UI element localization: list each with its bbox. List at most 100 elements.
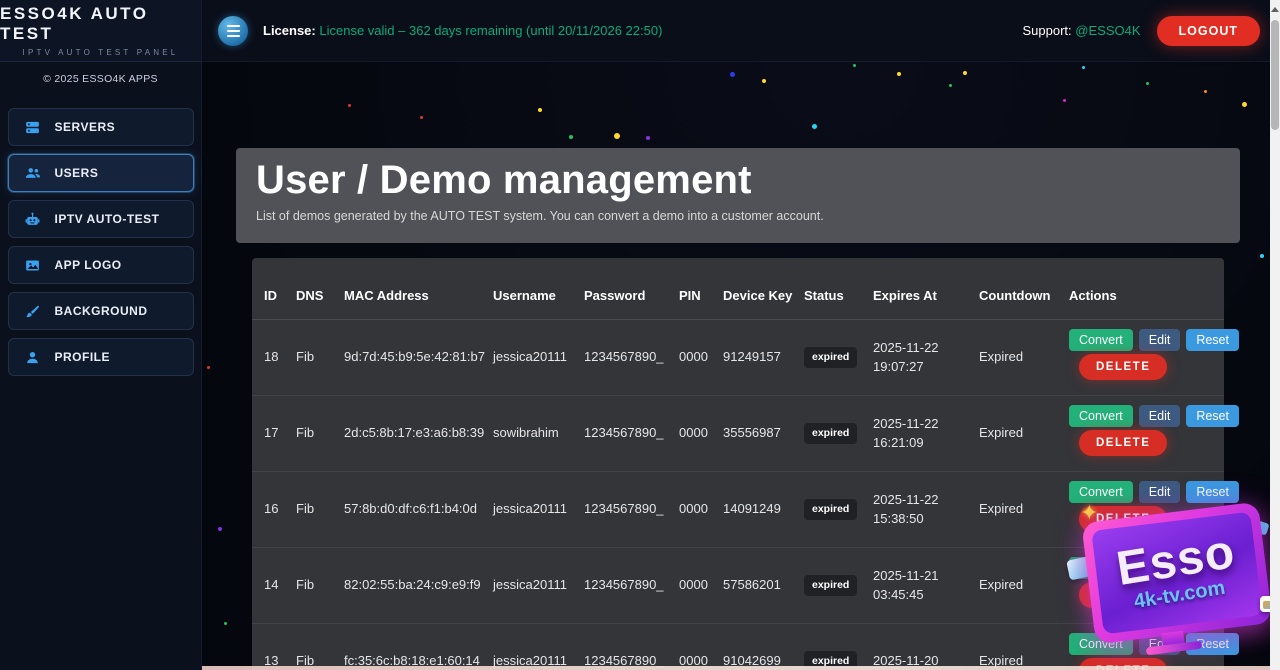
sidebar-item-background[interactable]: BACKGROUND [8,292,194,330]
col-header-status: Status [804,287,873,319]
page-header-panel: User / Demo management List of demos gen… [236,148,1240,243]
cell-countdown: Expired [979,424,1069,442]
reset-button[interactable]: Reset [1186,405,1239,427]
sidebar-item-profile[interactable]: PROFILE [8,338,194,376]
cell-username: jessica20111 [493,576,584,594]
cell-actions: Convert Edit Reset DELETE [1069,624,1239,670]
cell-mac: 2d:c5:8b:17:e3:a6:b8:39 [344,424,493,442]
confetti-dot [348,104,351,107]
license-label: License: [263,23,316,38]
cell-device-key: 57586201 [723,576,804,594]
server-icon [24,118,42,136]
confetti-dot [762,79,766,83]
cell-expires-at: 2025-11-2215:38:50 [873,491,979,527]
confetti-dot [207,366,210,369]
cell-dns: Fib [296,348,344,366]
cell-actions: Convert Edit Reset DELETE [1069,548,1239,608]
sidebar-item-users[interactable]: USERS [8,154,194,192]
decor-chip-icon [1254,520,1269,535]
person-icon [24,348,42,366]
cell-expires-at: 2025-11-2103:45:45 [873,567,979,603]
col-header-actions: Actions [1069,287,1212,319]
cell-password: 1234567890_ [584,500,679,518]
table-row: 18 Fib 9d:7d:45:b9:5e:42:81:b7 jessica20… [252,320,1224,396]
cell-id: 18 [264,348,296,366]
cell-actions: Convert Edit Reset DELETE [1069,396,1239,456]
sidebar-item-label: APP LOGO [55,258,122,272]
status-badge: expired [804,499,857,520]
confetti-dot [569,135,573,139]
cell-mac: 57:8b:d0:df:c6:f1:b4:0d [344,500,493,518]
convert-button[interactable]: Convert [1069,481,1133,503]
cell-device-key: 91249157 [723,348,804,366]
cell-mac: 9d:7d:45:b9:5e:42:81:b7 [344,348,493,366]
col-header-pin: PIN [679,287,723,319]
cell-pin: 0000 [679,424,723,442]
cell-countdown: Expired [979,576,1069,594]
edit-button[interactable]: Edit [1139,329,1181,351]
sidebar-item-app-logo[interactable]: APP LOGO [8,246,194,284]
reset-button[interactable]: Reset [1186,633,1239,655]
confetti-dot [614,133,620,139]
confetti-dot [1082,66,1085,69]
cell-expires-at: 2025-11-2219:07:27 [873,339,979,375]
sidebar-item-label: PROFILE [55,350,111,364]
convert-button[interactable]: Convert [1069,633,1133,655]
col-header-username: Username [493,287,584,319]
confetti-dot [218,527,222,531]
confetti-dot [949,84,952,87]
cell-device-key: 14091249 [723,500,804,518]
reset-button[interactable]: Reset [1186,329,1239,351]
license-value: License valid – 362 days remaining (unti… [319,23,662,38]
delete-button[interactable]: DELETE [1079,354,1167,380]
confetti-dot [224,622,227,625]
sidebar-item-iptv-auto-test[interactable]: IPTV AUTO-TEST [8,200,194,238]
edit-button[interactable]: Edit [1139,633,1181,655]
sidebar-item-label: SERVERS [55,120,116,134]
reset-button[interactable]: Reset [1186,557,1239,579]
cell-expires-at: 2025-11-2216:21:09 [873,415,979,451]
delete-button[interactable]: DELETE [1079,506,1167,532]
edit-button[interactable]: Edit [1139,481,1181,503]
cell-pin: 0000 [679,348,723,366]
support-text: Support: @ESSO4K [1023,23,1141,38]
logout-button[interactable]: LOGOUT [1157,16,1260,46]
cell-pin: 0000 [679,500,723,518]
convert-button[interactable]: Convert [1069,405,1133,427]
status-badge: expired [804,423,857,444]
main-content: User / Demo management List of demos gen… [202,62,1270,670]
col-header-mac: MAC Address [344,287,493,319]
hamburger-menu-button[interactable] [218,16,248,46]
image-icon [24,256,42,274]
confetti-dot [646,136,650,140]
table-row: 14 Fib 82:02:55:ba:24:c9:e9:f9 jessica20… [252,548,1224,624]
scrollbar-up-arrow-icon[interactable] [1271,7,1279,12]
table-header-row: ID DNS MAC Address Username Password PIN… [252,258,1224,320]
confetti-dot [730,72,735,77]
cell-mac: 82:02:55:ba:24:c9:e9:f9 [344,576,493,594]
sidebar-item-servers[interactable]: SERVERS [8,108,194,146]
edit-button[interactable]: Edit [1139,405,1181,427]
table-row: 17 Fib 2d:c5:8b:17:e3:a6:b8:39 sowibrahi… [252,396,1224,472]
edit-button[interactable]: Edit [1139,557,1181,579]
convert-button[interactable]: Convert [1069,329,1133,351]
cell-username: jessica20111 [493,500,584,518]
col-header-device-key: Device Key [723,287,804,319]
table-row: 13 Fib fc:35:6c:b8:18:e1:60:14 jessica20… [252,624,1224,670]
users-icon [24,164,42,182]
table-row: 16 Fib 57:8b:d0:df:c6:f1:b4:0d jessica20… [252,472,1224,548]
vertical-scrollbar[interactable] [1270,0,1280,670]
delete-button[interactable]: DELETE [1079,430,1167,456]
cell-dns: Fib [296,500,344,518]
scrollbar-thumb[interactable] [1271,20,1279,130]
col-header-dns: DNS [296,287,344,319]
status-badge: expired [804,347,857,368]
cell-countdown: Expired [979,500,1069,518]
convert-button[interactable]: Convert [1069,557,1133,579]
col-header-countdown: Countdown [979,287,1069,319]
delete-button[interactable]: DELETE [1079,582,1167,608]
support-handle-link[interactable]: @ESSO4K [1075,23,1140,38]
confetti-dot [538,108,542,112]
photo-chip-icon [1260,596,1270,612]
reset-button[interactable]: Reset [1186,481,1239,503]
